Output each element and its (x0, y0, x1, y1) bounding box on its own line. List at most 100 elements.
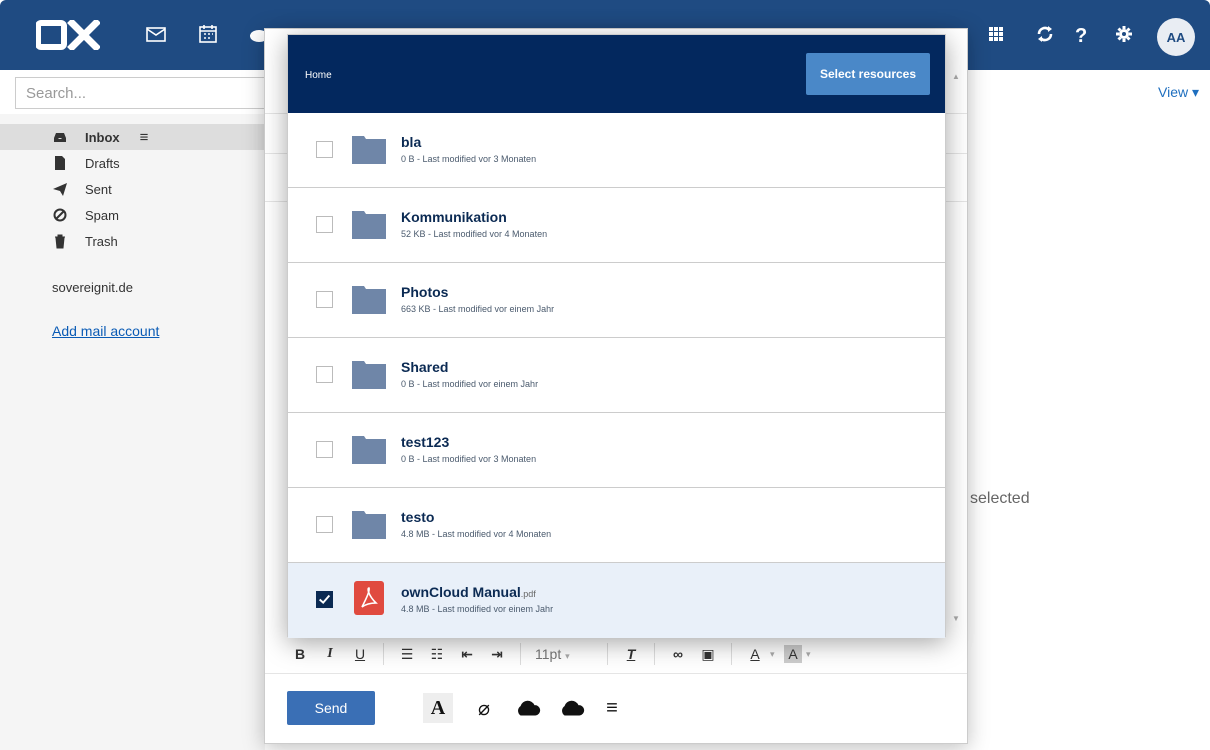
list-item[interactable]: Shared 0 B - Last modified vor einem Jah… (288, 338, 945, 413)
list-item[interactable]: testo 4.8 MB - Last modified vor 4 Monat… (288, 488, 945, 563)
item-checkbox[interactable] (316, 441, 333, 458)
user-avatar[interactable]: AA (1157, 18, 1195, 56)
item-name: bla (401, 134, 422, 150)
item-meta: 4.8 MB - Last modified vor einem Jahr (401, 604, 554, 614)
item-name: Photos (401, 284, 449, 300)
paper-plane-icon (53, 183, 67, 196)
item-checkbox[interactable] (316, 366, 333, 383)
refresh-icon[interactable] (1033, 22, 1057, 46)
item-checkbox[interactable] (316, 216, 333, 233)
account-name[interactable]: sovereignit.de (52, 280, 133, 295)
item-checkbox[interactable] (316, 591, 333, 608)
toolbar-separator (607, 643, 608, 665)
italic-button[interactable]: I (315, 639, 345, 669)
folder-sidebar: Inbox ≡ Drafts Sent Spam Trash sovereign… (0, 114, 265, 750)
outdent-icon[interactable]: ⇤ (452, 639, 482, 669)
sidebar-item-label: Trash (85, 233, 118, 249)
ban-icon (53, 208, 67, 222)
folder-icon (352, 286, 386, 314)
app-launcher-icon[interactable] (984, 22, 1008, 46)
resource-list: bla 0 B - Last modified vor 3 Monaten Ko… (288, 113, 945, 638)
sidebar-item-label: Spam (85, 207, 119, 223)
bold-button[interactable]: B (285, 639, 315, 669)
file-icon (55, 156, 65, 170)
item-name: testo (401, 509, 435, 525)
search-input[interactable]: Search... (15, 77, 265, 109)
folder-options-icon[interactable]: ≡ (140, 129, 149, 146)
breadcrumb[interactable]: Home (305, 70, 332, 81)
image-icon[interactable]: ▣ (693, 639, 723, 669)
list-item[interactable]: ownCloud Manual.pdf 4.8 MB - Last modifi… (288, 563, 945, 638)
toolbar-separator (654, 643, 655, 665)
sidebar-item-label: Inbox (85, 129, 120, 145)
scroll-up-arrow[interactable]: ▲ (952, 72, 960, 81)
send-button[interactable]: Send (287, 691, 375, 725)
sidebar-item-drafts[interactable]: Drafts (0, 150, 265, 176)
background-color-icon[interactable]: A (784, 645, 802, 663)
item-meta: 52 KB - Last modified vor 4 Monaten (401, 229, 548, 239)
list-item[interactable]: bla 0 B - Last modified vor 3 Monaten (288, 113, 945, 188)
item-name: ownCloud Manual.pdf (401, 584, 536, 600)
folder-icon (352, 211, 386, 239)
item-checkbox[interactable] (316, 516, 333, 533)
more-options-icon[interactable]: ≡ (597, 693, 627, 723)
trash-icon (55, 234, 65, 249)
calendar-icon[interactable] (196, 22, 220, 46)
picker-header: Home Select resources (288, 35, 945, 113)
link-icon[interactable]: ∞ (663, 639, 693, 669)
item-meta: 4.8 MB - Last modified vor 4 Monaten (401, 529, 552, 539)
item-name: Kommunikation (401, 209, 507, 225)
item-checkbox[interactable] (316, 291, 333, 308)
chevron-down-icon[interactable]: ▾ (806, 649, 820, 660)
folder-icon (352, 361, 386, 389)
ox-logo[interactable] (36, 20, 100, 50)
sidebar-item-spam[interactable]: Spam (0, 202, 265, 228)
item-extension: .pdf (520, 589, 536, 599)
paperclip-icon[interactable]: ⌀ (469, 693, 499, 723)
svg-text:?: ? (1075, 25, 1087, 46)
formatting-toolbar: B I U ☰ ☷ ⇤ ⇥ 11pt ▾ T ∞ ▣ A ▾ A ▾ (285, 639, 820, 669)
folder-icon (352, 511, 386, 539)
text-color-icon[interactable]: A (740, 639, 770, 669)
view-dropdown[interactable]: View ▾ (1158, 84, 1199, 101)
no-selection-text: selected (970, 490, 1030, 507)
sidebar-item-label: Drafts (85, 155, 120, 171)
inbox-icon (54, 133, 66, 142)
select-resources-button[interactable]: Select resources (806, 53, 930, 95)
item-name: Shared (401, 359, 449, 375)
item-checkbox[interactable] (316, 141, 333, 158)
settings-gear-icon[interactable] (1112, 22, 1136, 46)
checkmark-icon (319, 594, 331, 604)
text-format-icon[interactable]: A (423, 693, 453, 723)
sidebar-item-inbox[interactable]: Inbox ≡ (0, 124, 265, 150)
add-mail-account-link[interactable]: Add mail account (52, 323, 159, 339)
bullet-list-icon[interactable]: ☰ (392, 639, 422, 669)
scroll-down-arrow[interactable]: ▼ (952, 614, 960, 623)
list-item[interactable]: Kommunikation 52 KB - Last modified vor … (288, 188, 945, 263)
list-item[interactable]: test123 0 B - Last modified vor 3 Monate… (288, 413, 945, 488)
compose-footer: Send A ⌀ ≡ (287, 691, 627, 725)
chevron-down-icon[interactable]: ▾ (770, 649, 784, 660)
list-item[interactable]: Photos 663 KB - Last modified vor einem … (288, 263, 945, 338)
compose-divider (265, 673, 967, 674)
indent-icon[interactable]: ⇥ (482, 639, 512, 669)
item-name: test123 (401, 434, 450, 450)
pdf-icon (354, 581, 384, 615)
clear-format-icon[interactable]: T (616, 639, 646, 669)
folder-icon (352, 136, 386, 164)
item-meta: 663 KB - Last modified vor einem Jahr (401, 304, 555, 314)
item-meta: 0 B - Last modified vor einem Jahr (401, 379, 539, 389)
cloud-icon[interactable] (557, 693, 587, 723)
toolbar-separator (731, 643, 732, 665)
toolbar-separator (520, 643, 521, 665)
numbered-list-icon[interactable]: ☷ (422, 639, 452, 669)
item-meta: 0 B - Last modified vor 3 Monaten (401, 154, 537, 164)
underline-button[interactable]: U (345, 639, 375, 669)
toolbar-separator (383, 643, 384, 665)
sidebar-item-sent[interactable]: Sent (0, 176, 265, 202)
help-icon[interactable]: ? (1069, 22, 1093, 46)
cloud-icon[interactable] (513, 693, 543, 723)
sidebar-item-trash[interactable]: Trash (0, 228, 265, 254)
font-size-select[interactable]: 11pt ▾ (529, 646, 599, 662)
mail-icon[interactable] (144, 22, 168, 46)
